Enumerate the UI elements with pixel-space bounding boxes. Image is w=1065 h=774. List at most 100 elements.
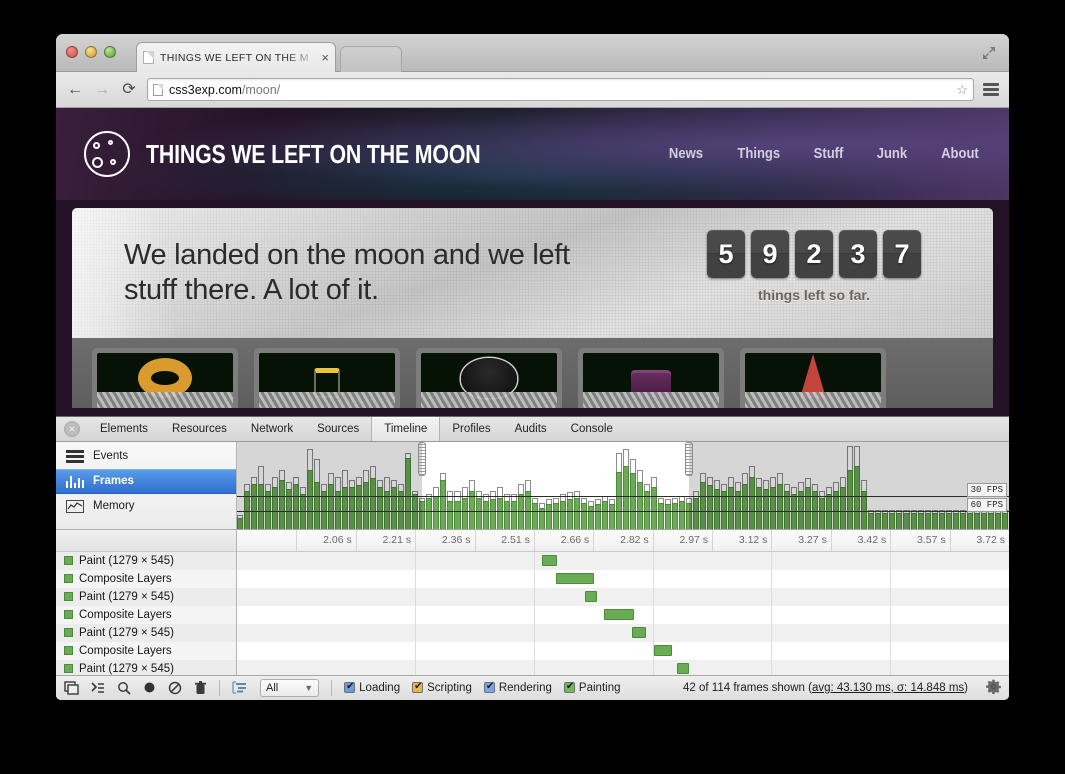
record-bar[interactable]: [585, 591, 597, 602]
frame-bar: [658, 498, 664, 529]
record-name[interactable]: Paint (1279 × 545): [56, 588, 236, 606]
tab-elements[interactable]: Elements: [88, 417, 160, 441]
gear-icon[interactable]: [986, 679, 1001, 697]
record-name[interactable]: Composite Layers: [56, 642, 236, 660]
thumbnail-card[interactable]: [740, 348, 886, 408]
frame-bar: [518, 484, 524, 529]
record-bar[interactable]: [632, 627, 646, 638]
record-bar[interactable]: [677, 663, 689, 674]
minimize-window-button[interactable]: [85, 46, 97, 58]
trash-icon[interactable]: [194, 681, 207, 695]
frame-bar-paint: [546, 504, 552, 528]
frames-icon: [66, 475, 84, 488]
ruler-tick-label: 2.06 s: [323, 534, 352, 546]
tab-profiles[interactable]: Profiles: [440, 417, 502, 441]
close-devtools-icon[interactable]: ×: [64, 421, 80, 437]
timeline-mode-list: Events Frames Memory: [56, 442, 237, 529]
record-bar[interactable]: [542, 555, 557, 566]
zoom-window-button[interactable]: [104, 46, 116, 58]
site-title: THINGS WE LEFT ON THE MOON: [146, 139, 480, 170]
mode-item-frames[interactable]: Frames: [56, 469, 236, 494]
browser-menu-icon[interactable]: [983, 83, 999, 96]
frames-summary-stats[interactable]: avg: 43.130 ms, σ: 14.848 ms: [812, 682, 964, 694]
record-row[interactable]: [237, 606, 1009, 624]
record-name[interactable]: Composite Layers: [56, 606, 236, 624]
tab-console[interactable]: Console: [559, 417, 625, 441]
record-row[interactable]: [237, 588, 1009, 606]
record-label: Paint (1279 × 545): [79, 591, 174, 603]
frame-bar: [679, 496, 685, 529]
nav-item-junk[interactable]: Junk: [877, 146, 907, 162]
thumbnail-card[interactable]: [92, 348, 238, 408]
record-name[interactable]: Composite Layers: [56, 570, 236, 588]
dock-icon[interactable]: [64, 681, 79, 695]
record-name[interactable]: Paint (1279 × 545): [56, 624, 236, 642]
console-drawer-icon[interactable]: [91, 681, 105, 694]
counter-digits: 5 9 2 3 7: [707, 230, 921, 278]
frame-bar-paint: [553, 503, 559, 529]
checkbox-loading[interactable]: Loading: [344, 682, 400, 694]
record-bar[interactable]: [604, 609, 633, 620]
window-controls[interactable]: [66, 46, 116, 58]
record-chart: 2.06 s2.21 s2.36 s2.51 s2.66 s2.82 s2.97…: [237, 530, 1009, 675]
selection-handle-right[interactable]: [685, 442, 693, 476]
thumbnail-card[interactable]: [254, 348, 400, 408]
tab-network[interactable]: Network: [239, 417, 305, 441]
nav-item-things[interactable]: Things: [737, 146, 780, 162]
record-icon[interactable]: [143, 681, 156, 694]
tab-timeline[interactable]: Timeline: [371, 417, 440, 441]
no-entry-icon[interactable]: [168, 681, 182, 695]
frame-bar-paint: [581, 503, 587, 529]
nav-item-news[interactable]: News: [669, 146, 703, 162]
bookmark-star-icon[interactable]: ☆: [956, 82, 968, 98]
browser-tab-title: THINGS WE LEFT ON THE M: [160, 52, 317, 64]
record-name[interactable]: Paint (1279 × 545): [56, 660, 236, 675]
record-row[interactable]: [237, 660, 1009, 675]
url-host: css3exp.com: [169, 83, 242, 97]
frame-bar-paint: [462, 498, 468, 529]
close-tab-icon[interactable]: ×: [321, 51, 329, 64]
record-name[interactable]: Paint (1279 × 545): [56, 552, 236, 570]
checkbox-rendering[interactable]: Rendering: [484, 682, 552, 694]
browser-tab[interactable]: THINGS WE LEFT ON THE M ×: [136, 42, 336, 72]
address-bar[interactable]: css3exp.com/moon/ ☆: [147, 78, 974, 101]
checkbox-scripting[interactable]: Scripting: [412, 682, 472, 694]
forward-icon[interactable]: →: [93, 82, 111, 98]
flame-chart-icon[interactable]: [232, 681, 248, 694]
ruler-tick-label: 2.97 s: [679, 534, 708, 546]
record-bar[interactable]: [654, 645, 673, 656]
reload-icon[interactable]: ⟳: [120, 82, 138, 98]
selection-handle-left[interactable]: [418, 442, 426, 476]
back-icon[interactable]: ←: [66, 82, 84, 98]
frames-overview-chart[interactable]: 30 FPS 60 FPS: [237, 442, 1009, 529]
filter-select[interactable]: All ▼: [260, 679, 319, 697]
tab-resources[interactable]: Resources: [160, 417, 239, 441]
record-bar[interactable]: [556, 573, 595, 584]
close-window-button[interactable]: [66, 46, 78, 58]
mode-item-memory[interactable]: Memory: [56, 494, 236, 519]
timeline-ruler[interactable]: 2.06 s2.21 s2.36 s2.51 s2.66 s2.82 s2.97…: [237, 530, 1009, 552]
frame-bar: [497, 487, 503, 529]
ruler-tick-label: 3.72 s: [976, 534, 1005, 546]
status-divider: [219, 680, 220, 696]
checkbox-painting[interactable]: Painting: [564, 682, 621, 694]
record-row[interactable]: [237, 624, 1009, 642]
new-tab-button[interactable]: [340, 46, 402, 72]
frame-bar-overhead: [637, 470, 643, 482]
mode-item-events[interactable]: Events: [56, 444, 236, 469]
record-row[interactable]: [237, 642, 1009, 660]
search-icon[interactable]: [117, 681, 131, 695]
tab-audits[interactable]: Audits: [503, 417, 559, 441]
record-label: Paint (1279 × 545): [79, 663, 174, 675]
ruler-tick: 3.12 s: [712, 530, 771, 551]
record-color-swatch: [64, 628, 73, 637]
fullscreen-icon[interactable]: [981, 45, 997, 61]
tab-sources[interactable]: Sources: [305, 417, 371, 441]
nav-item-stuff[interactable]: Stuff: [814, 146, 844, 162]
thumbnail-card[interactable]: [416, 348, 562, 408]
fps-60-line: [237, 511, 1009, 512]
thumbnail-card[interactable]: [578, 348, 724, 408]
nav-item-about[interactable]: About: [941, 146, 979, 162]
record-row[interactable]: [237, 570, 1009, 588]
record-row[interactable]: [237, 552, 1009, 570]
